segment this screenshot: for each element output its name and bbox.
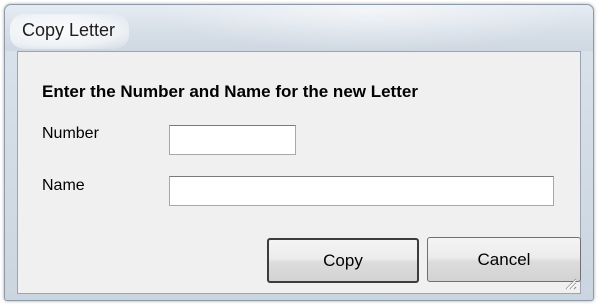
dialog-content: Enter the Number and Name for the new Le…: [17, 51, 581, 294]
resize-grip-icon[interactable]: [563, 276, 577, 290]
title-bar[interactable]: Copy Letter: [5, 5, 593, 51]
window-title: Copy Letter: [10, 14, 130, 49]
number-label: Number: [42, 125, 99, 142]
copy-button[interactable]: Copy: [267, 238, 419, 283]
number-field[interactable]: [169, 125, 296, 155]
name-label: Name: [42, 177, 85, 194]
title-bar-glass: [155, 5, 585, 51]
cancel-button[interactable]: Cancel: [427, 237, 581, 282]
name-field[interactable]: [169, 176, 554, 206]
copy-letter-dialog: Copy Letter Enter the Number and Name fo…: [4, 4, 594, 301]
form-heading: Enter the Number and Name for the new Le…: [42, 82, 418, 101]
